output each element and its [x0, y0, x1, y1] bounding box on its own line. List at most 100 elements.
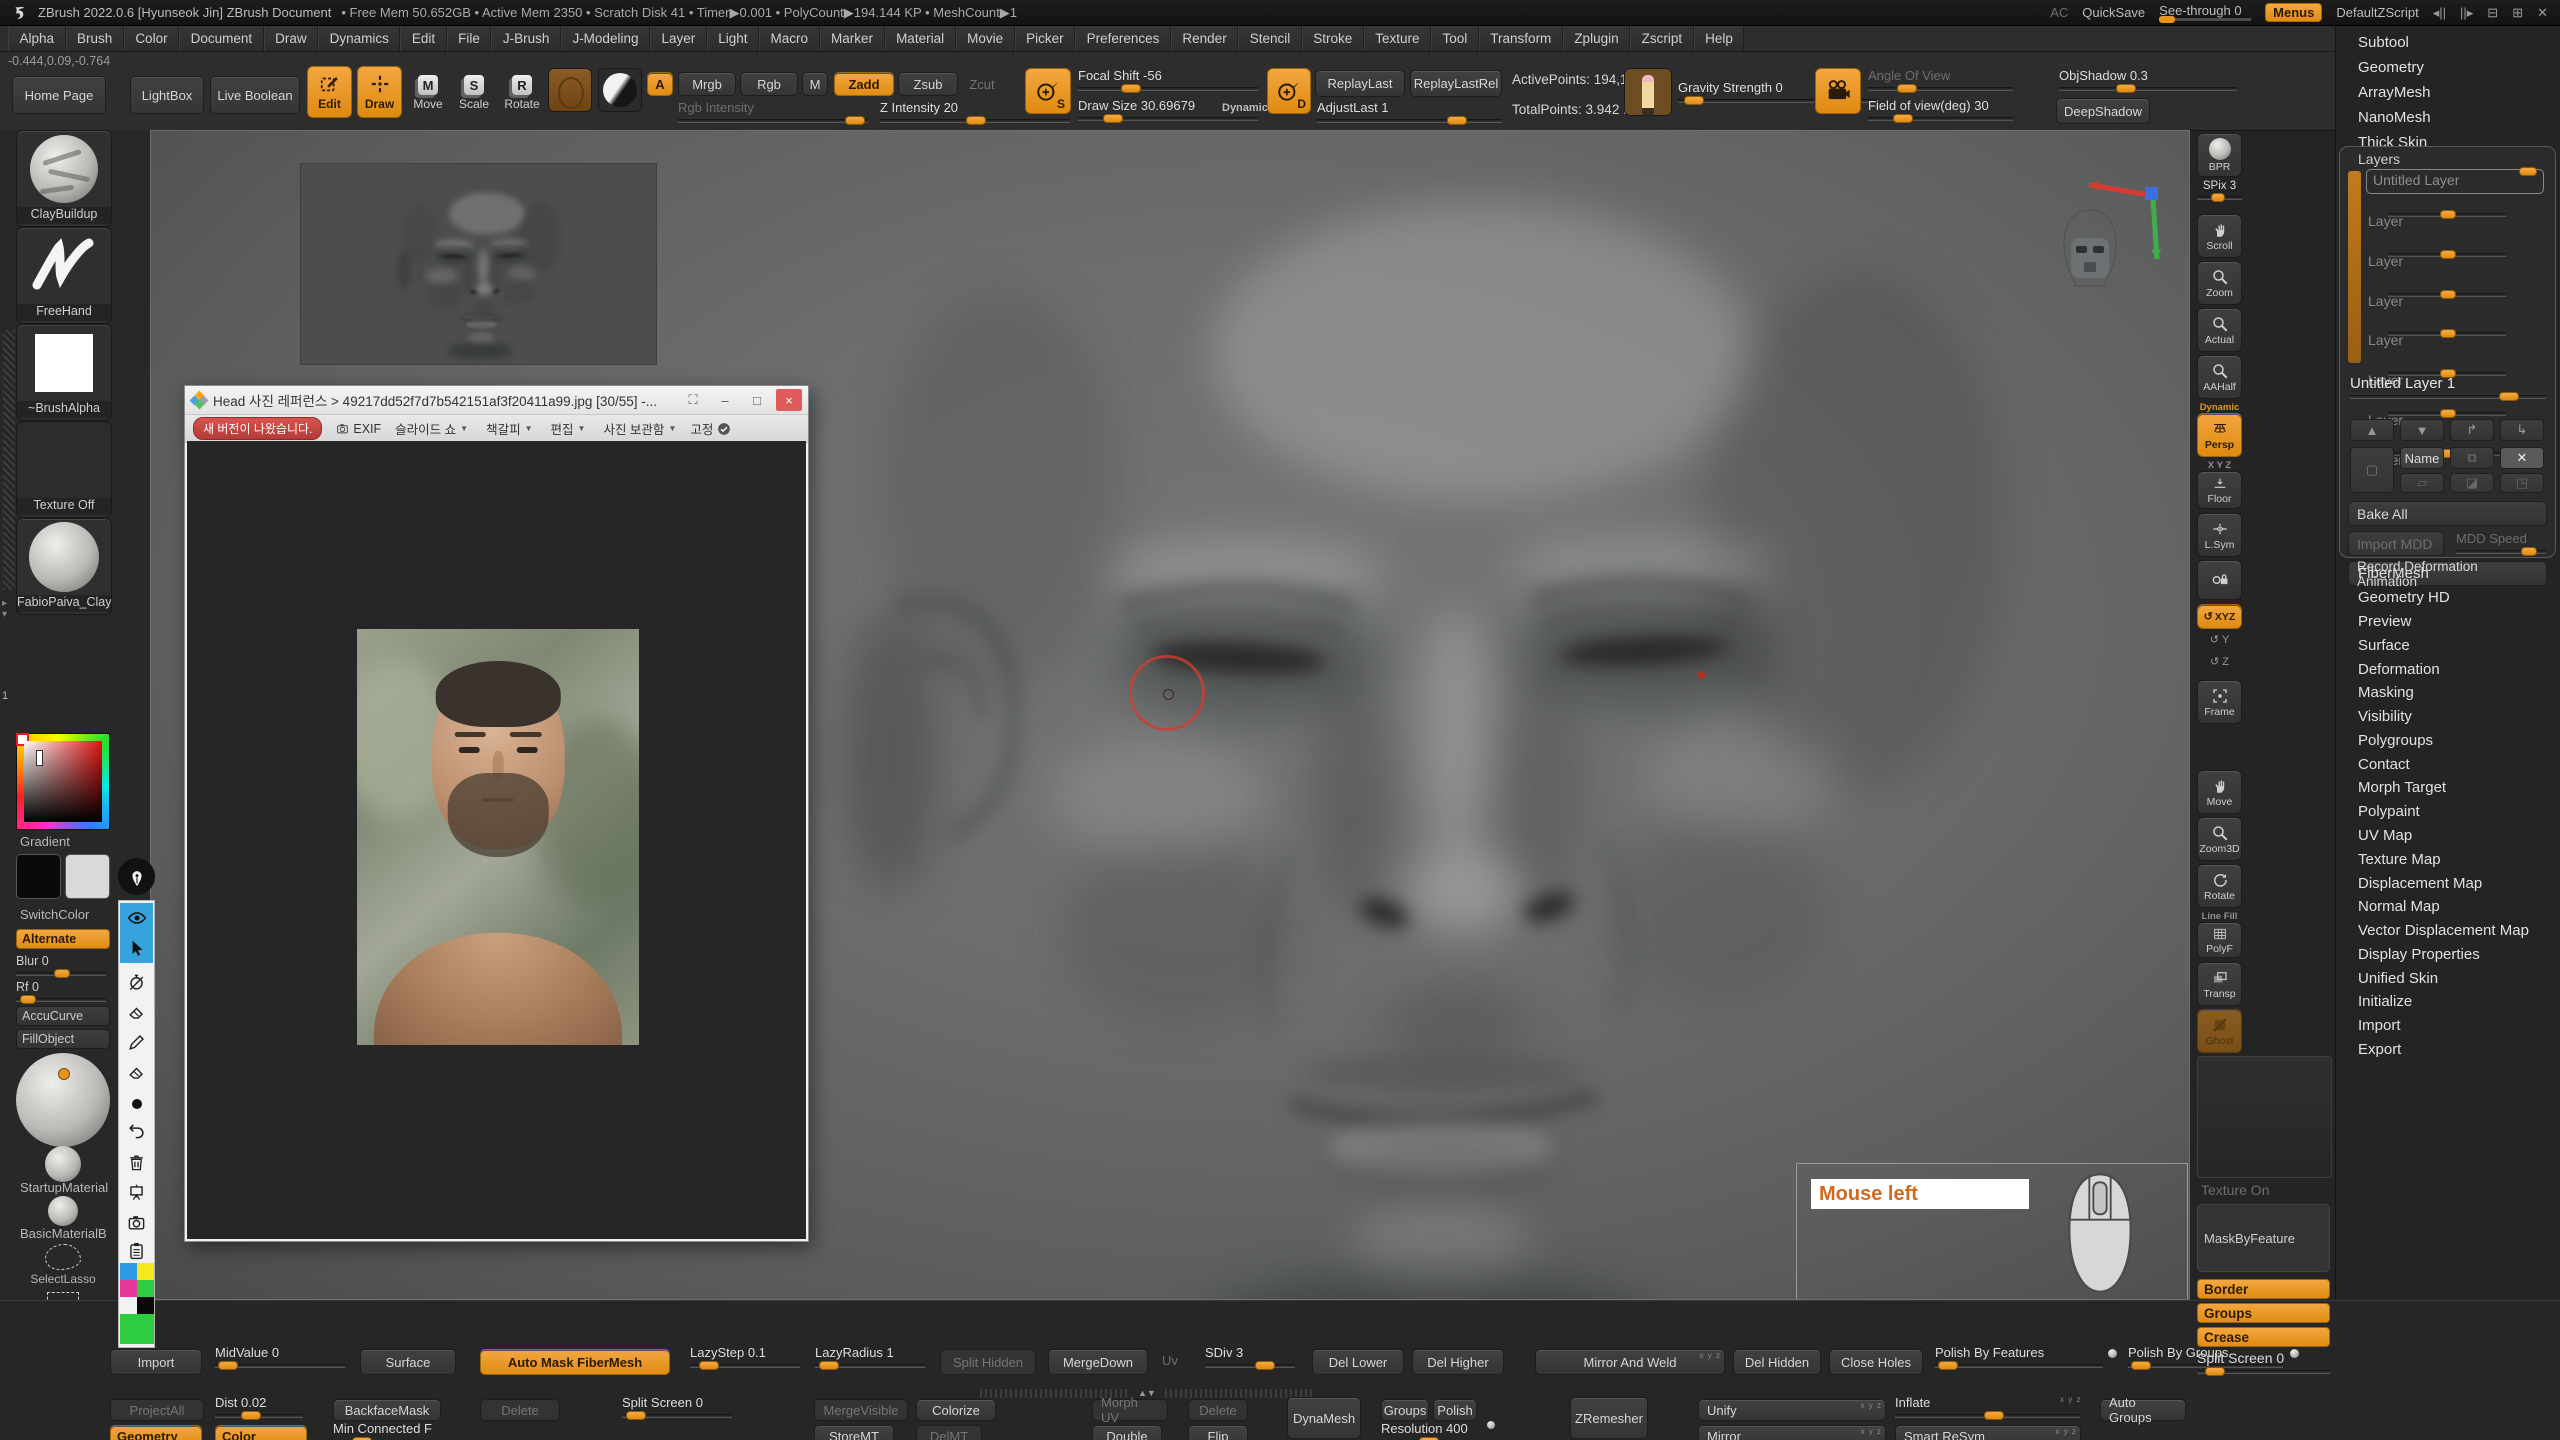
layer-up-button[interactable]: ▲: [2350, 419, 2394, 441]
obj-shadow-slider[interactable]: ObjShadow 0.3: [2059, 68, 2237, 91]
focal-shift-handle[interactable]: [1121, 84, 1141, 93]
actual-button[interactable]: Actual: [2197, 308, 2242, 352]
update-notice-button[interactable]: 새 버전이 나왔습니다.: [193, 417, 322, 440]
ghost-button[interactable]: Ghost: [2197, 1009, 2242, 1053]
layer-name-button[interactable]: Name: [2400, 447, 2444, 469]
dist-handle[interactable]: [241, 1411, 261, 1420]
menu-item[interactable]: Stencil: [1238, 26, 1302, 51]
m-button[interactable]: M: [802, 72, 828, 96]
geometry-tab-button[interactable]: Geometry: [110, 1425, 202, 1440]
basic-material-sphere[interactable]: [48, 1196, 78, 1226]
lazyradius-slider[interactable]: LazyRadius 1: [815, 1345, 925, 1368]
exif-button[interactable]: EXIF: [336, 422, 381, 436]
layer-intensity-handle[interactable]: [2440, 409, 2456, 418]
startup-material-sphere[interactable]: [45, 1146, 81, 1182]
palette-list-item[interactable]: FiberMesh: [2336, 562, 2560, 586]
layer-delete-button[interactable]: ✕: [2500, 447, 2544, 469]
layer-split-button[interactable]: ↱: [2450, 419, 2494, 441]
quicksave-button[interactable]: QuickSave: [2082, 5, 2145, 20]
palette-list-item[interactable]: Unified Skin: [2336, 966, 2560, 990]
minimize-icon[interactable]: ⊟: [2487, 5, 2498, 21]
alpha-a-toggle[interactable]: A: [647, 72, 673, 96]
split-hidden-button[interactable]: Split Hidden: [940, 1349, 1036, 1375]
mrgb-button[interactable]: Mrgb: [678, 72, 736, 96]
palette-list-item[interactable]: Geometry HD: [2336, 586, 2560, 610]
split-screen-handle[interactable]: [2205, 1367, 2225, 1376]
lazystep-handle[interactable]: [699, 1361, 719, 1370]
aahalf-button[interactable]: AAHalf: [2197, 355, 2242, 399]
project-all-button[interactable]: ProjectAll: [110, 1399, 204, 1421]
palette-section[interactable]: NanoMesh: [2336, 105, 2560, 130]
menu-item[interactable]: Tool: [1431, 26, 1479, 51]
sculpt-head-model[interactable]: [651, 130, 2190, 1300]
replay-last-button[interactable]: ReplayLast: [1315, 70, 1405, 97]
swatch-magenta[interactable]: [120, 1280, 137, 1297]
layer-intensity-handle[interactable]: [2440, 250, 2456, 259]
restore-icon[interactable]: ⊞: [2512, 5, 2523, 21]
menu-item[interactable]: Help: [1694, 26, 1745, 51]
layers-title[interactable]: Layers: [2358, 151, 2547, 167]
reference-viewer-window[interactable]: Head 사진 레퍼런스 > 49217dd52f7d7b542151af3f2…: [184, 385, 809, 1242]
replay-last-rel-button[interactable]: ReplayLastRel: [1410, 70, 1502, 97]
lazystep-slider[interactable]: LazyStep 0.1: [690, 1345, 800, 1368]
swatch-yellow[interactable]: [137, 1263, 154, 1280]
auto-groups-button[interactable]: Auto Groups: [2100, 1399, 2186, 1421]
scroll-button[interactable]: Scroll: [2197, 214, 2242, 258]
ref-close-icon[interactable]: ×: [776, 389, 802, 411]
floor-axes-label[interactable]: X Y Z: [2197, 460, 2242, 471]
bpr-button[interactable]: BPR: [2197, 133, 2242, 177]
layer-row[interactable]: Layer: [2366, 293, 2544, 317]
smart-resym-button[interactable]: Smart ReSymx y z: [1895, 1425, 2081, 1440]
bake-all-button[interactable]: Bake All: [2348, 501, 2547, 526]
del-hidden-button[interactable]: Del Hidden: [1733, 1349, 1821, 1375]
mirror-and-weld-button[interactable]: Mirror And Weldx y z: [1535, 1349, 1725, 1375]
stroke-picker-button[interactable]: S: [1025, 68, 1071, 114]
delete-button[interactable]: [120, 1147, 153, 1177]
eraser-tool[interactable]: [120, 997, 153, 1027]
palette-list-item[interactable]: Texture Map: [2336, 847, 2560, 871]
menu-item[interactable]: Movie: [956, 26, 1015, 51]
startup-material-label[interactable]: StartupMaterial: [16, 1179, 110, 1196]
menu-item[interactable]: Zscript: [1630, 26, 1694, 51]
deep-shadow-button[interactable]: DeepShadow: [2056, 98, 2150, 124]
ref-window-menu[interactable]: 편집▼: [551, 419, 586, 438]
menu-item[interactable]: File: [447, 26, 492, 51]
morph-uv-button[interactable]: Morph UV: [1092, 1399, 1168, 1421]
dist-slider[interactable]: Dist 0.02: [215, 1395, 303, 1418]
zremesher-button[interactable]: ZRemesher: [1570, 1397, 1648, 1439]
polish-groups-handle[interactable]: [2131, 1361, 2151, 1370]
menu-item[interactable]: Layer: [650, 26, 707, 51]
timer-tool[interactable]: [120, 967, 153, 997]
polyf-button[interactable]: PolyF: [2197, 922, 2242, 958]
palette-list-item[interactable]: Export: [2336, 1038, 2560, 1062]
sdiv-slider[interactable]: SDiv 3: [1205, 1345, 1295, 1368]
menu-item[interactable]: Texture: [1364, 26, 1431, 51]
move-button[interactable]: MMove: [408, 68, 448, 118]
palette-list-item[interactable]: Preview: [2336, 610, 2560, 634]
select-cursor-tool[interactable]: [120, 933, 153, 963]
edit-button[interactable]: Edit: [307, 66, 352, 118]
dynamic-brush-button[interactable]: D: [1267, 68, 1311, 114]
menu-item[interactable]: Material: [885, 26, 956, 51]
sdiv-handle[interactable]: [1255, 1361, 1275, 1370]
menu-item[interactable]: Preferences: [1075, 26, 1171, 51]
store-mt-button[interactable]: StoreMT: [814, 1425, 894, 1440]
palette-list-item[interactable]: Displacement Map: [2336, 871, 2560, 895]
zoom3d-button[interactable]: Zoom3D: [2197, 817, 2242, 861]
menu-item[interactable]: Edit: [400, 26, 446, 51]
clipboard-button[interactable]: [120, 1235, 153, 1265]
adjust-last-handle[interactable]: [1447, 116, 1467, 125]
layer-intensity-handle[interactable]: [2440, 329, 2456, 338]
undo-button[interactable]: [120, 1115, 153, 1145]
layer-row[interactable]: Layer: [2366, 253, 2544, 277]
focal-shift-slider[interactable]: Focal Shift -56: [1078, 68, 1258, 91]
current-texture-thumb[interactable]: [548, 68, 592, 112]
menus-button[interactable]: Menus: [2265, 3, 2322, 22]
palette-section[interactable]: ArrayMesh: [2336, 80, 2560, 105]
angle-of-view-handle[interactable]: [1897, 84, 1917, 93]
layer-copy-button[interactable]: ▱: [2400, 473, 2444, 493]
home-page-button[interactable]: Home Page: [12, 76, 106, 114]
material-thumb[interactable]: FabioPaiva_Clay2: [16, 518, 112, 615]
floor-button[interactable]: Floor: [2197, 471, 2242, 509]
main-color-swatch[interactable]: [16, 854, 61, 899]
